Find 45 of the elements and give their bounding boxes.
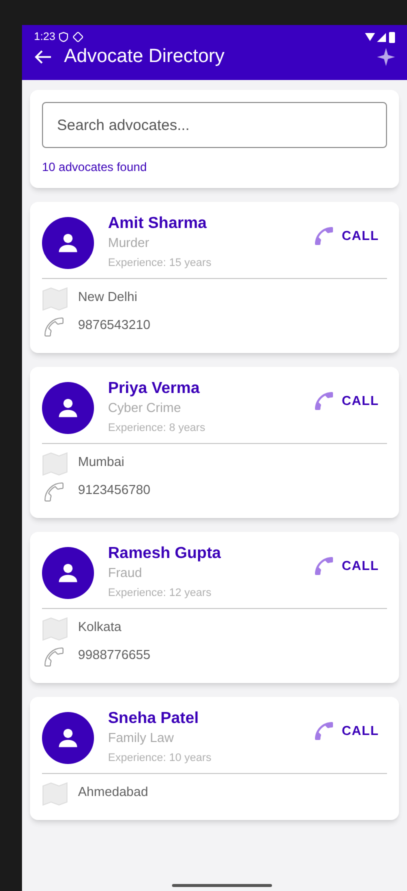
map-icon: [42, 452, 68, 476]
experience-text: Experience: 8 years: [108, 421, 206, 436]
compass-icon: [377, 48, 395, 66]
phone-number: 9988776655: [78, 646, 150, 664]
advocate-name: Priya Verma: [108, 379, 201, 399]
shield-icon: [59, 32, 68, 42]
phone-number: 9876543210: [78, 316, 150, 334]
city-text: Ahmedabad: [78, 783, 148, 801]
call-button[interactable]: CALL: [312, 719, 379, 743]
specialty-text: Murder: [108, 234, 150, 252]
screen-title: Advocate Directory: [64, 44, 225, 68]
search-field[interactable]: Search advocates...: [42, 102, 387, 148]
avatar-icon: [42, 712, 94, 764]
experience-text: Experience: 15 years: [108, 256, 212, 271]
results-count: 10 advocates found: [42, 159, 148, 176]
call-button[interactable]: CALL: [312, 224, 379, 248]
specialty-text: Fraud: [108, 564, 143, 582]
status-time: 1:23: [34, 30, 56, 45]
avatar-icon: [42, 217, 94, 269]
phone-icon: [42, 315, 66, 339]
city-text: Kolkata: [78, 618, 122, 636]
phone-icon: [42, 480, 66, 504]
advocate-name: Sneha Patel: [108, 709, 200, 729]
back-icon[interactable]: [34, 48, 52, 65]
specialty-text: Family Law: [108, 729, 175, 747]
map-icon: [42, 287, 68, 311]
signal-icon: [377, 32, 386, 42]
advocate-name: Amit Sharma: [108, 214, 208, 234]
experience-text: Experience: 12 years: [108, 586, 212, 601]
call-button[interactable]: CALL: [312, 389, 379, 413]
call-button[interactable]: CALL: [312, 554, 379, 578]
battery-icon: [389, 31, 395, 44]
specialty-text: Cyber Crime: [108, 399, 182, 417]
phone-number: 9123456780: [78, 481, 150, 499]
experience-text: Experience: 10 years: [108, 751, 212, 766]
city-text: Mumbai: [78, 453, 124, 471]
map-icon: [42, 617, 68, 641]
advocate-name: Ramesh Gupta: [108, 544, 222, 564]
wifi-icon: [365, 33, 375, 42]
avatar-icon: [42, 382, 94, 434]
map-icon: [42, 782, 68, 806]
diamond-icon: [73, 32, 84, 42]
avatar-icon: [42, 547, 94, 599]
city-text: New Delhi: [78, 288, 138, 306]
phone-icon: [42, 645, 66, 669]
